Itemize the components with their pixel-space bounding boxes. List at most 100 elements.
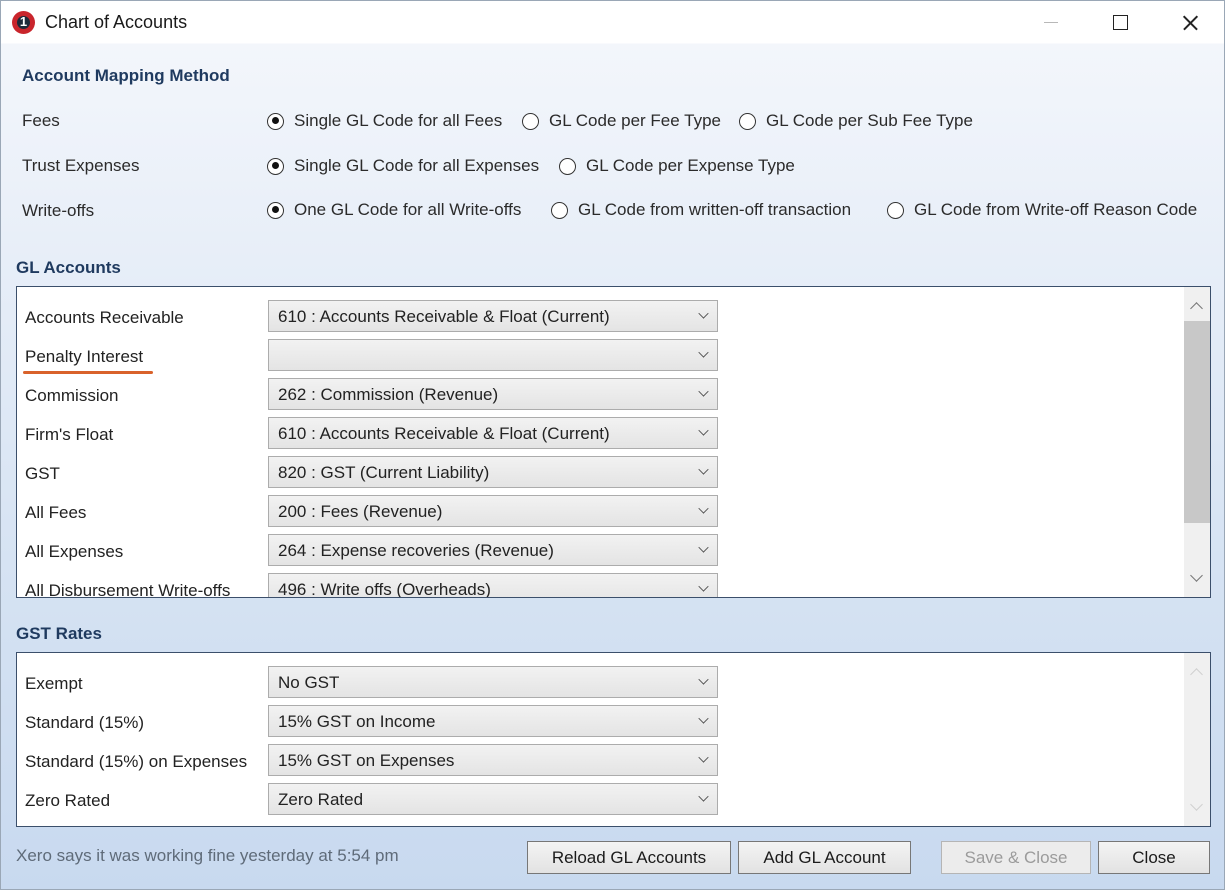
title-bar: 1 Chart of Accounts (1, 1, 1224, 43)
gl-row-label: All Expenses (25, 542, 124, 561)
select-value: 610 : Accounts Receivable & Float (Curre… (278, 424, 610, 443)
fees-per-type-radio[interactable]: GL Code per Fee Type (522, 111, 721, 131)
scroll-down-icon[interactable] (1190, 569, 1203, 582)
radio-label: Single GL Code for all Expenses (294, 156, 540, 175)
gst-row-exempt: Exempt No GST (17, 665, 1210, 704)
gl-select-accounts-receivable[interactable]: 610 : Accounts Receivable & Float (Curre… (268, 300, 718, 332)
gst-select-standard-expenses[interactable]: 15% GST on Expenses (268, 744, 718, 776)
gl-row-firms-float: Firm's Float 610 : Accounts Receivable &… (17, 416, 1210, 455)
select-value: 264 : Expense recoveries (Revenue) (278, 541, 554, 560)
writeoffs-single-radio[interactable]: One GL Code for all Write-offs (267, 200, 521, 220)
status-message: Xero says it was working fine yesterday … (16, 846, 399, 865)
scroll-up-icon[interactable] (1190, 668, 1203, 681)
gl-row-accounts-receivable: Accounts Receivable 610 : Accounts Recei… (17, 299, 1210, 338)
chevron-down-icon (698, 308, 709, 319)
close-button[interactable]: Close (1098, 841, 1210, 874)
radio-selected-icon (267, 201, 284, 219)
gl-accounts-scrollbar[interactable] (1184, 287, 1210, 597)
gl-row-label: All Fees (25, 503, 87, 522)
gl-row-label: All Disbursement Write-offs (25, 581, 231, 598)
chevron-down-icon (698, 542, 709, 553)
radio-label: GL Code per Fee Type (549, 111, 721, 130)
highlight-underline (23, 371, 153, 374)
gst-row-standard: Standard (15%) 15% GST on Income (17, 704, 1210, 743)
close-window-icon[interactable] (1155, 1, 1225, 43)
expenses-per-type-radio[interactable]: GL Code per Expense Type (559, 156, 795, 176)
gst-row-zero-rated: Zero Rated Zero Rated (17, 782, 1210, 821)
gst-row-label: Standard (15%) (25, 713, 145, 732)
writeoffs-reason-code-radio[interactable]: GL Code from Write-off Reason Code (887, 200, 1197, 220)
gl-row-penalty-interest: Penalty Interest (17, 338, 1210, 377)
radio-selected-icon (267, 157, 284, 175)
chevron-down-icon (698, 386, 709, 397)
gl-row-commission: Commission 262 : Commission (Revenue) (17, 377, 1210, 416)
gl-select-penalty-interest[interactable] (268, 339, 718, 371)
gst-row-label: Zero Rated (25, 791, 111, 810)
window-title: Chart of Accounts (45, 12, 188, 32)
select-value: 610 : Accounts Receivable & Float (Curre… (278, 307, 610, 326)
gl-select-commission[interactable]: 262 : Commission (Revenue) (268, 378, 718, 410)
chevron-down-icon (698, 464, 709, 475)
radio-icon (522, 112, 539, 130)
reload-gl-accounts-button[interactable]: Reload GL Accounts (527, 841, 731, 874)
gl-accounts-panel: Accounts Receivable 610 : Accounts Recei… (16, 286, 1211, 598)
select-value: 820 : GST (Current Liability) (278, 463, 490, 482)
maximize-icon[interactable] (1085, 1, 1155, 43)
chevron-down-icon (698, 503, 709, 514)
gl-row-label: Accounts Receivable (25, 308, 184, 327)
gl-row-gst: GST 820 : GST (Current Liability) (17, 455, 1210, 494)
radio-label: Single GL Code for all Fees (294, 111, 503, 130)
gl-select-disbursement-write-offs[interactable]: 496 : Write offs (Overheads) (268, 573, 718, 598)
chevron-down-icon (698, 674, 709, 685)
gst-rates-scrollbar[interactable] (1184, 653, 1210, 826)
chevron-down-icon (698, 347, 709, 358)
gst-select-zero-rated[interactable]: Zero Rated (268, 783, 718, 815)
radio-label: One GL Code for all Write-offs (294, 200, 522, 219)
select-value: 15% GST on Income (278, 712, 436, 731)
fees-per-subtype-radio[interactable]: GL Code per Sub Fee Type (739, 111, 973, 131)
gl-row-label: GST (25, 464, 60, 483)
gl-row-all-fees: All Fees 200 : Fees (Revenue) (17, 494, 1210, 533)
select-value: 200 : Fees (Revenue) (278, 502, 443, 521)
gst-rates-section-title: GST Rates (16, 624, 102, 643)
expenses-single-radio[interactable]: Single GL Code for all Expenses (267, 156, 539, 176)
gl-select-gst[interactable]: 820 : GST (Current Liability) (268, 456, 718, 488)
fees-single-radio[interactable]: Single GL Code for all Fees (267, 111, 502, 131)
chevron-down-icon (698, 713, 709, 724)
select-value: 262 : Commission (Revenue) (278, 385, 499, 404)
gst-rates-panel: Exempt No GST Standard (15%) 15% GST on … (16, 652, 1211, 827)
radio-selected-icon (267, 112, 284, 130)
select-value: No GST (278, 673, 340, 692)
add-gl-account-button[interactable]: Add GL Account (738, 841, 911, 874)
minimize-icon[interactable] (1016, 1, 1086, 43)
scroll-up-icon[interactable] (1190, 302, 1203, 315)
select-value: 496 : Write offs (Overheads) (278, 580, 491, 598)
writeoffs-from-transaction-radio[interactable]: GL Code from written-off transaction (551, 200, 851, 220)
chevron-down-icon (698, 791, 709, 802)
radio-icon (739, 112, 756, 130)
scroll-down-icon[interactable] (1190, 798, 1203, 811)
gl-select-firms-float[interactable]: 610 : Accounts Receivable & Float (Curre… (268, 417, 718, 449)
gst-select-standard[interactable]: 15% GST on Income (268, 705, 718, 737)
gl-row-label: Firm's Float (25, 425, 114, 444)
scroll-thumb[interactable] (1184, 321, 1210, 523)
save-close-button[interactable]: Save & Close (941, 841, 1091, 874)
gl-row-all-expenses: All Expenses 264 : Expense recoveries (R… (17, 533, 1210, 572)
gl-row-label: Penalty Interest (25, 347, 144, 366)
gst-select-exempt[interactable]: No GST (268, 666, 718, 698)
radio-icon (551, 201, 568, 219)
radio-label: GL Code per Sub Fee Type (766, 111, 973, 130)
gl-select-all-expenses[interactable]: 264 : Expense recoveries (Revenue) (268, 534, 718, 566)
app-logo-text: 1 (19, 14, 28, 29)
gst-row-label: Standard (15%) on Expenses (25, 752, 248, 771)
chevron-down-icon (698, 752, 709, 763)
gl-select-all-fees[interactable]: 200 : Fees (Revenue) (268, 495, 718, 527)
gst-row-label: Exempt (25, 674, 83, 693)
select-value: 15% GST on Expenses (278, 751, 455, 770)
app-logo-icon: 1 (12, 11, 35, 34)
radio-icon (559, 157, 576, 175)
write-offs-label: Write-offs (22, 201, 95, 220)
gl-row-all-disbursement-write-offs: All Disbursement Write-offs 496 : Write … (17, 572, 1210, 598)
gst-row-standard-expenses: Standard (15%) on Expenses 15% GST on Ex… (17, 743, 1210, 782)
gl-accounts-section-title: GL Accounts (16, 258, 121, 277)
